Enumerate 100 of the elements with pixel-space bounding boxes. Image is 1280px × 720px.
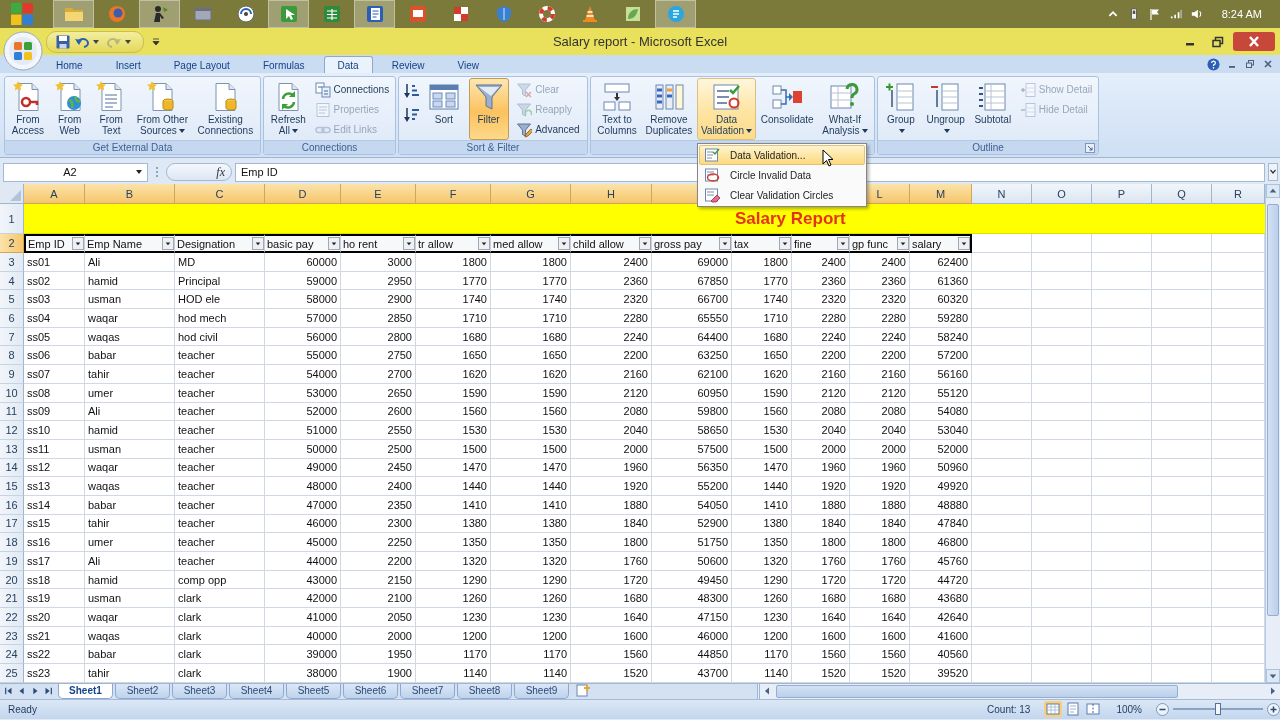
table-cell: 1260 xyxy=(491,589,571,609)
table-cell: 53040 xyxy=(910,421,972,440)
table-cell: 2000 xyxy=(341,626,416,646)
table-cell: 43700 xyxy=(652,664,732,683)
table-cell: 39000 xyxy=(265,645,341,665)
table-cell: 44850 xyxy=(652,645,732,665)
column-heading: basic pay xyxy=(267,237,314,250)
table-cell: 2350 xyxy=(341,495,416,515)
table-cell: 1530 xyxy=(491,421,571,440)
table-cell: 1260 xyxy=(416,589,491,609)
table-cell: hamid xyxy=(85,421,175,440)
table-cell: 2200 xyxy=(341,552,416,571)
status-mode: Ready xyxy=(7,703,37,715)
table-cell: 1650 xyxy=(732,346,792,366)
table-cell: ss15 xyxy=(24,514,85,534)
table-cell: 1760 xyxy=(571,552,652,571)
table-cell: ss23 xyxy=(24,664,85,683)
table-cell: usman xyxy=(85,439,175,459)
table-cell: 58650 xyxy=(652,421,732,440)
table-cell: 66700 xyxy=(652,290,732,310)
table-cell: 2750 xyxy=(341,346,416,366)
table-cell: 2080 xyxy=(792,402,850,422)
table-cell: teacher xyxy=(175,533,265,552)
table-cell: teacher xyxy=(175,365,265,384)
table-cell: ss01 xyxy=(24,253,85,272)
table-cell: 1770 xyxy=(491,271,571,291)
table-cell: 49450 xyxy=(652,570,732,590)
table-cell: 51000 xyxy=(265,421,341,440)
table-cell: 1560 xyxy=(850,645,910,665)
table-cell: 1350 xyxy=(732,533,792,552)
table-cell: 50600 xyxy=(652,552,732,571)
table-cell: 2400 xyxy=(850,253,910,272)
table-cell: hamid xyxy=(85,271,175,291)
table-cell: 2240 xyxy=(571,327,652,347)
table-cell: waqas xyxy=(85,626,175,646)
column-heading: med allow xyxy=(493,237,543,250)
table-cell: 53000 xyxy=(265,383,341,403)
table-cell: 60320 xyxy=(910,290,972,310)
table-cell: 1140 xyxy=(416,664,491,683)
table-cell: 1470 xyxy=(416,458,491,478)
table-cell: 59800 xyxy=(652,402,732,422)
table-cell: teacher xyxy=(175,383,265,403)
table-cell: 1800 xyxy=(571,533,652,552)
table-cell: 59280 xyxy=(910,309,972,328)
table-cell: 2360 xyxy=(571,271,652,291)
table-cell: teacher xyxy=(175,402,265,422)
table-cell: 3000 xyxy=(341,253,416,272)
table-cell: ss04 xyxy=(24,309,85,328)
table-cell: hod mech xyxy=(175,309,265,328)
table-cell: 1900 xyxy=(341,664,416,683)
table-cell: 62400 xyxy=(910,253,972,272)
table-cell: 1320 xyxy=(491,552,571,571)
table-cell: 1560 xyxy=(792,645,850,665)
status-count: Count: 13 xyxy=(987,703,1031,715)
table-cell: 56000 xyxy=(265,327,341,347)
table-cell: 1350 xyxy=(491,533,571,552)
column-heading: gp func xyxy=(852,237,889,250)
table-cell: 2120 xyxy=(792,383,850,403)
table-cell: 1620 xyxy=(491,365,571,384)
column-heading: Emp Name xyxy=(87,237,143,250)
table-cell: 1770 xyxy=(416,271,491,291)
table-cell: 55120 xyxy=(910,383,972,403)
table-cell: 1920 xyxy=(850,477,910,496)
table-cell: 56160 xyxy=(910,365,972,384)
table-cell: 1410 xyxy=(416,495,491,515)
table-cell: 54050 xyxy=(652,495,732,515)
table-cell: 67850 xyxy=(652,271,732,291)
table-cell: 1800 xyxy=(792,533,850,552)
table-cell: ss17 xyxy=(24,552,85,571)
table-cell: 1710 xyxy=(732,309,792,328)
table-cell: tahir xyxy=(85,514,175,534)
table-cell: 1170 xyxy=(732,645,792,665)
table-cell: 1590 xyxy=(416,383,491,403)
table-cell: 54080 xyxy=(910,402,972,422)
table-cell: 55000 xyxy=(265,346,341,366)
table-cell: 43680 xyxy=(910,589,972,609)
table-cell: 1140 xyxy=(491,664,571,683)
table-cell: 1290 xyxy=(732,570,792,590)
table-cell: 45760 xyxy=(910,552,972,571)
table-cell: 2150 xyxy=(341,570,416,590)
table-cell: 43000 xyxy=(265,570,341,590)
table-cell: ss03 xyxy=(24,290,85,310)
table-cell: 1200 xyxy=(732,626,792,646)
column-heading: Emp ID xyxy=(28,237,65,250)
table-cell: 64400 xyxy=(652,327,732,347)
table-cell: 1800 xyxy=(491,253,571,272)
table-cell: 1800 xyxy=(416,253,491,272)
table-cell: 2280 xyxy=(850,309,910,328)
table-cell: Principal xyxy=(175,271,265,291)
table-cell: 1520 xyxy=(792,664,850,683)
table-cell: 2160 xyxy=(850,365,910,384)
table-cell: 1620 xyxy=(732,365,792,384)
table-cell: 1520 xyxy=(571,664,652,683)
group-label: Connections xyxy=(301,142,358,153)
table-cell: 1530 xyxy=(416,421,491,440)
table-cell: 2080 xyxy=(850,402,910,422)
table-cell: hod civil xyxy=(175,327,265,347)
table-cell: teacher xyxy=(175,458,265,478)
table-cell: teacher xyxy=(175,346,265,366)
table-cell: ss19 xyxy=(24,589,85,609)
